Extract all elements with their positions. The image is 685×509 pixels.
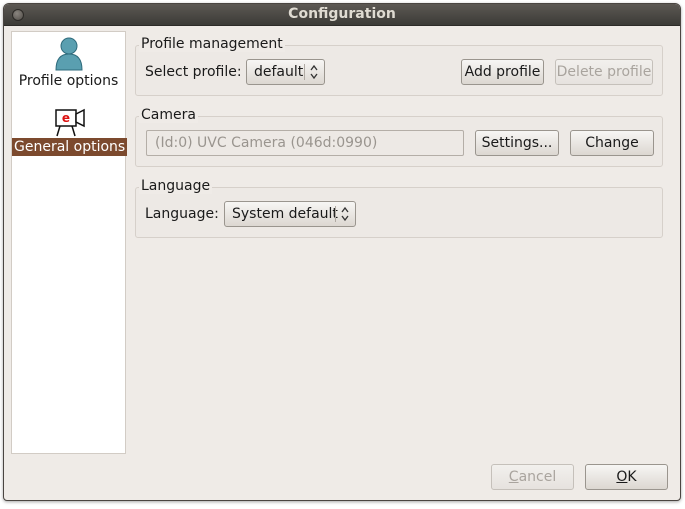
updown-arrow-icon (310, 64, 318, 80)
language-title: Language (139, 178, 213, 194)
select-profile-label: Select profile: (145, 64, 242, 80)
profile-select-value: default (254, 64, 304, 80)
language-select[interactable]: System default (224, 201, 356, 227)
cancel-button[interactable]: Cancel (491, 464, 574, 490)
add-profile-button[interactable]: Add profile (461, 59, 544, 85)
cancel-mnemonic: C (508, 469, 519, 485)
camera-device-field[interactable]: (Id:0) UVC Camera (046d:0990) (146, 130, 464, 156)
ok-button[interactable]: OK (585, 464, 668, 490)
language-label: Language: (145, 206, 219, 222)
svg-text:e: e (61, 111, 69, 125)
sidebar-list[interactable]: Profile options e General options (11, 31, 128, 454)
profile-management-title: Profile management (139, 36, 285, 52)
user-icon (54, 37, 83, 71)
cancel-label: ancel (518, 469, 557, 485)
camera-change-button[interactable]: Change (570, 130, 654, 156)
camera-title: Camera (139, 107, 198, 123)
sidebar-item-profile-options[interactable]: Profile options (12, 36, 125, 90)
updown-arrow-icon (341, 206, 349, 222)
window-title: Configuration (288, 6, 396, 22)
language-select-value: System default (232, 206, 338, 222)
profile-select[interactable]: default (246, 59, 325, 85)
camera-settings-button[interactable]: Settings... (475, 130, 559, 156)
sidebar-item-label: General options (12, 138, 128, 156)
camera-icon: e (54, 108, 85, 137)
delete-profile-button[interactable]: Delete profile (555, 59, 653, 85)
sidebar-item-general-options[interactable]: e General options (12, 106, 128, 156)
ok-label: K (627, 469, 637, 485)
title-bar[interactable]: Configuration (4, 4, 680, 26)
configuration-dialog: Configuration Profile options e General … (3, 3, 681, 501)
ok-mnemonic: O (616, 469, 628, 485)
sidebar-item-label: Profile options (18, 73, 119, 89)
